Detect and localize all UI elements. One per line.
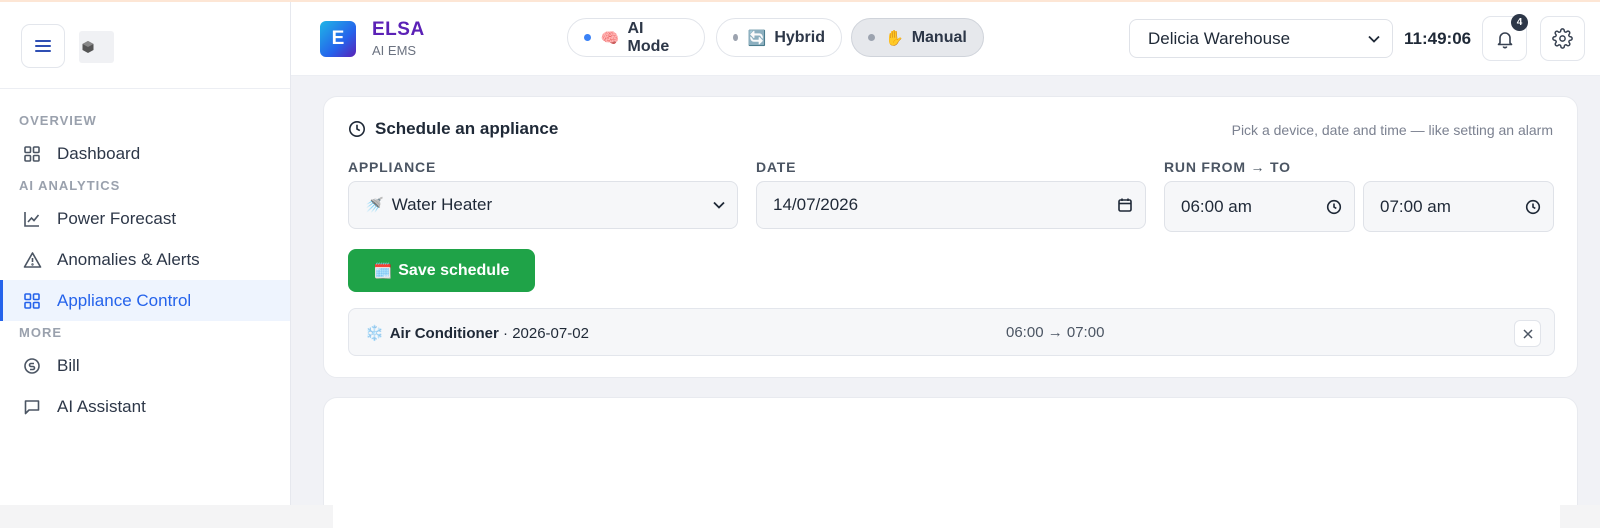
shower-icon: 🚿 [365, 197, 384, 214]
date-label: DATE [756, 159, 797, 175]
bottom-strip [0, 505, 333, 528]
cube-icon [82, 41, 94, 53]
status-dot [584, 34, 591, 41]
run-to-time-field[interactable]: 07:00 am [1363, 181, 1554, 232]
notifications-button[interactable]: 4 [1482, 14, 1528, 61]
scheduled-item-info: ❄️ Air Conditioner · 2026-07-02 [365, 324, 589, 343]
currency-icon [22, 356, 42, 376]
date-field-value: 14/07/2026 [773, 195, 859, 214]
appliance-label: APPLIANCE [348, 159, 437, 175]
menu-toggle-button[interactable] [21, 24, 65, 68]
grid-icon [22, 291, 42, 311]
hand-icon: ✋ [885, 29, 904, 47]
sidebar-item-label: Dashboard [57, 143, 141, 163]
chat-icon [22, 397, 42, 417]
brand-subtitle: AI EMS [372, 43, 417, 58]
scheduled-item: ❄️ Air Conditioner · 2026-07-02 06:00 → … [348, 308, 1555, 356]
scheduled-item-time: 06:00 → 07:00 [1006, 324, 1105, 341]
chevron-down-icon [1368, 35, 1380, 43]
sidebar-header [0, 2, 290, 89]
section-overview: OVERVIEW [19, 113, 97, 128]
section-more: MORE [19, 325, 62, 340]
brand-name: ELSA [372, 19, 425, 40]
status-dot [733, 34, 738, 41]
logo-thumbnail [79, 31, 114, 63]
gear-icon [1552, 28, 1573, 49]
warning-icon [22, 250, 42, 270]
close-icon [1522, 328, 1533, 339]
run-label: RUN FROM → TO [1164, 159, 1291, 175]
appliance-select-value: Water Heater [391, 195, 493, 214]
sidebar-item-label: Appliance Control [57, 290, 192, 310]
brain-icon: 🧠 [600, 29, 620, 47]
calendar-icon: 🗓️ [373, 262, 393, 280]
sidebar-item-bill[interactable]: Bill [0, 345, 290, 386]
settings-button[interactable] [1540, 16, 1585, 61]
card-title: Schedule an appliance [348, 119, 558, 139]
sidebar-item-anomalies-alerts[interactable]: Anomalies & Alerts [0, 239, 290, 280]
clock-icon [1525, 199, 1541, 214]
top-header: E ELSA AI EMS 🧠 AI Mode 🔄 Hybrid ✋ Manua… [291, 2, 1600, 76]
mode-label: Manual [911, 28, 967, 46]
card-hint: Pick a device, date and time — like sett… [1231, 122, 1553, 138]
site-select-value: Delicia Warehouse [1148, 28, 1291, 48]
status-dot [868, 34, 875, 41]
mode-label: Hybrid [774, 28, 825, 46]
sidebar-item-label: Bill [57, 355, 80, 375]
chevron-down-icon [713, 201, 725, 209]
sidebar-item-appliance-control[interactable]: Appliance Control [0, 280, 290, 321]
bell-icon [1497, 31, 1512, 48]
card-title-text: Schedule an appliance [375, 119, 559, 138]
hamburger-icon [35, 40, 51, 52]
mode-manual-button[interactable]: ✋ Manual [851, 18, 984, 57]
mode-hybrid-button[interactable]: 🔄 Hybrid [716, 18, 842, 57]
sidebar-item-label: AI Assistant [57, 396, 146, 416]
section-ai-analytics: AI ANALYTICS [19, 178, 121, 193]
mode-ai-button[interactable]: 🧠 AI Mode [567, 18, 705, 57]
appliance-select[interactable]: 🚿 Water Heater [348, 181, 738, 229]
mode-label: AI Mode [627, 19, 670, 55]
sidebar-item-power-forecast[interactable]: Power Forecast [0, 198, 290, 239]
clock: 11:49:06 [1404, 29, 1472, 48]
save-schedule-button[interactable]: 🗓️ Save schedule [348, 249, 535, 292]
scheduled-item-date: · 2026-07-02 [498, 324, 589, 342]
site-select[interactable]: Delicia Warehouse [1129, 19, 1393, 58]
save-button-label: Save schedule [398, 261, 510, 279]
schedule-card: Schedule an appliance Pick a device, dat… [323, 96, 1578, 378]
run-to-value: 07:00 am [1380, 196, 1451, 216]
date-field[interactable]: 14/07/2026 [756, 181, 1146, 229]
refresh-icon: 🔄 [747, 29, 767, 47]
scheduled-item-name: Air Conditioner [389, 324, 499, 342]
sidebar-item-label: Anomalies & Alerts [57, 249, 200, 269]
remove-schedule-button[interactable] [1514, 320, 1541, 347]
sidebar-item-label: Power Forecast [57, 208, 177, 228]
bottom-strip [1560, 505, 1600, 528]
sidebar-item-dashboard[interactable]: Dashboard [0, 133, 290, 174]
run-from-value: 06:00 am [1181, 196, 1252, 216]
clock-icon [348, 120, 366, 138]
brand-logo: E [320, 21, 356, 57]
clock-icon [1326, 199, 1342, 214]
sidebar-item-ai-assistant[interactable]: AI Assistant [0, 386, 290, 427]
sidebar: OVERVIEW Dashboard AI ANALYTICS Power Fo… [0, 2, 291, 505]
secondary-card [323, 397, 1578, 528]
line-chart-icon [22, 209, 42, 229]
calendar-icon [1118, 198, 1132, 212]
grid-icon [22, 144, 42, 164]
snowflake-icon: ❄️ [365, 325, 384, 342]
run-from-time-field[interactable]: 06:00 am [1164, 181, 1355, 232]
notification-count-badge: 4 [1511, 14, 1528, 31]
